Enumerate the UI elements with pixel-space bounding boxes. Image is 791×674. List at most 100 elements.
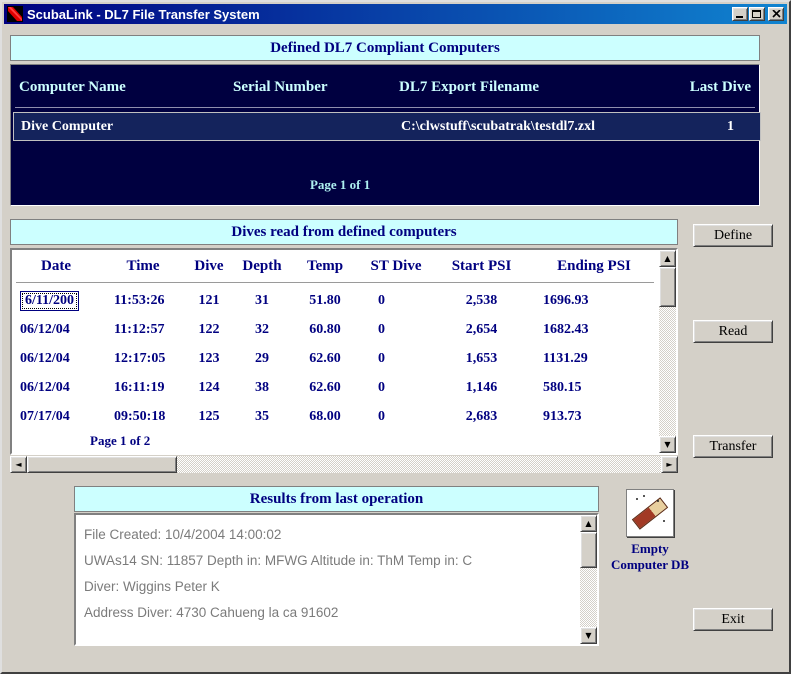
start-psi-cell: 1,653 bbox=[465, 350, 498, 366]
date-edit-field[interactable]: 6/11/200 bbox=[20, 290, 80, 311]
arrow-right-icon: ► bbox=[666, 460, 673, 469]
header-divider bbox=[16, 282, 654, 283]
table-row[interactable]: 6/11/200 11:53:26 121 31 51.80 0 2,538 1… bbox=[12, 286, 659, 315]
close-icon bbox=[772, 10, 781, 18]
title-bar: ScubaLink - DL7 File Transfer System bbox=[4, 4, 787, 24]
computers-page-indicator: Page 1 of 1 bbox=[309, 177, 371, 192]
dives-vertical-scrollbar[interactable]: ▲ ▼ bbox=[659, 250, 676, 453]
temp-cell: 51.80 bbox=[309, 292, 341, 308]
results-line: Address Diver: 4730 Cahueng la ca 91602 bbox=[84, 605, 339, 620]
exit-button[interactable]: Exit bbox=[693, 608, 773, 631]
dive-cell: 123 bbox=[198, 350, 220, 366]
column-depth: Depth bbox=[242, 258, 282, 274]
computers-section-header: Defined DL7 Compliant Computers bbox=[10, 35, 760, 61]
scrollbar-thumb[interactable] bbox=[27, 456, 177, 473]
minimize-icon bbox=[736, 16, 743, 18]
time-cell: 09:50:18 bbox=[114, 408, 166, 424]
depth-cell: 31 bbox=[255, 292, 269, 308]
results-panel: File Created: 10/4/2004 14:00:02 UWAs14 … bbox=[74, 513, 599, 646]
st-dive-cell: 0 bbox=[378, 321, 385, 337]
transfer-button[interactable]: Transfer bbox=[693, 435, 773, 458]
dive-cell: 125 bbox=[198, 408, 220, 424]
close-button[interactable] bbox=[768, 7, 784, 21]
read-button[interactable]: Read bbox=[693, 320, 773, 343]
speck-dot bbox=[636, 498, 638, 500]
export-filename-cell: C:\clwstuff\scubatrak\testdl7.zxl bbox=[401, 118, 596, 134]
date-cell: 06/12/04 bbox=[20, 350, 70, 366]
computers-column-headers: Computer Name Serial Number DL7 Export F… bbox=[11, 79, 759, 96]
arrow-down-icon: ▼ bbox=[585, 631, 592, 640]
temp-cell: 62.60 bbox=[309, 379, 341, 395]
table-row[interactable]: 06/12/04 16:11:19 124 38 62.60 0 1,146 5… bbox=[12, 373, 659, 402]
empty-label-line1: Empty bbox=[631, 541, 669, 556]
date-cell[interactable]: 6/11/200 bbox=[12, 290, 100, 311]
table-row[interactable]: 07/17/04 09:50:18 125 35 68.00 0 2,683 9… bbox=[12, 402, 659, 431]
st-dive-cell: 0 bbox=[378, 292, 385, 308]
scroll-left-button[interactable]: ◄ bbox=[10, 456, 27, 473]
time-cell: 11:12:57 bbox=[114, 321, 165, 337]
depth-cell: 29 bbox=[255, 350, 269, 366]
time-cell: 12:17:05 bbox=[114, 350, 166, 366]
scroll-down-button[interactable]: ▼ bbox=[580, 627, 597, 644]
column-export-filename: DL7 Export Filename bbox=[399, 79, 539, 95]
temp-cell: 60.80 bbox=[309, 321, 341, 337]
dives-rows: 6/11/200 11:53:26 121 31 51.80 0 2,538 1… bbox=[12, 286, 659, 431]
depth-cell: 38 bbox=[255, 379, 269, 395]
column-time: Time bbox=[126, 258, 160, 274]
computer-row-selected[interactable]: Dive Computer C:\clwstuff\scubatrak\test… bbox=[13, 112, 761, 141]
speck-dot bbox=[657, 500, 659, 502]
arrow-up-icon: ▲ bbox=[664, 254, 671, 263]
scroll-up-button[interactable]: ▲ bbox=[580, 515, 597, 532]
minimize-button[interactable] bbox=[732, 7, 748, 21]
depth-cell: 32 bbox=[255, 321, 269, 337]
empty-label-line2: Computer DB bbox=[610, 557, 690, 572]
scroll-right-button[interactable]: ► bbox=[661, 456, 678, 473]
window-title: ScubaLink - DL7 File Transfer System bbox=[27, 6, 260, 22]
dives-section-title: Dives read from defined computers bbox=[231, 223, 457, 240]
temp-cell: 68.00 bbox=[309, 408, 341, 424]
header-divider bbox=[15, 107, 755, 108]
eraser-icon bbox=[631, 497, 669, 530]
ending-psi-cell: 1131.29 bbox=[543, 350, 588, 366]
ending-psi-cell: 580.15 bbox=[543, 379, 582, 395]
st-dive-cell: 0 bbox=[378, 379, 385, 395]
empty-computer-db-label[interactable]: Empty Computer DB bbox=[600, 541, 700, 573]
dives-horizontal-scrollbar[interactable]: ◄ ► bbox=[10, 456, 678, 473]
results-line: UWAs14 SN: 11857 Depth in: MFWG Altitude… bbox=[84, 553, 473, 568]
start-psi-cell: 2,654 bbox=[465, 321, 498, 337]
column-st-dive: ST Dive bbox=[370, 258, 422, 274]
date-cell: 07/17/04 bbox=[20, 408, 70, 424]
results-section-title: Results from last operation bbox=[249, 490, 424, 507]
ending-psi-cell: 1682.43 bbox=[543, 321, 589, 337]
maximize-button[interactable] bbox=[749, 7, 765, 21]
date-cell: 06/12/04 bbox=[20, 379, 70, 395]
define-button[interactable]: Define bbox=[693, 224, 773, 247]
empty-computer-db-button[interactable] bbox=[626, 489, 674, 537]
maximize-icon bbox=[752, 10, 761, 18]
scroll-up-button[interactable]: ▲ bbox=[659, 250, 676, 267]
results-line: File Created: 10/4/2004 14:00:02 bbox=[84, 527, 282, 542]
column-last-dive: Last Dive bbox=[689, 79, 751, 95]
dive-cell: 121 bbox=[198, 292, 220, 308]
scrollbar-thumb[interactable] bbox=[659, 267, 676, 307]
column-dive: Dive bbox=[194, 258, 224, 274]
dive-cell: 122 bbox=[198, 321, 220, 337]
dive-cell: 124 bbox=[198, 379, 220, 395]
dives-table: Date Time Dive Depth Temp ST Dive Start … bbox=[10, 248, 678, 455]
computers-panel: Computer Name Serial Number DL7 Export F… bbox=[10, 64, 761, 206]
speck-dot bbox=[643, 495, 645, 497]
computers-section-title: Defined DL7 Compliant Computers bbox=[270, 39, 500, 56]
last-dive-cell: 1 bbox=[727, 118, 734, 134]
scrollbar-thumb[interactable] bbox=[580, 532, 597, 568]
results-vertical-scrollbar[interactable]: ▲ ▼ bbox=[580, 515, 597, 644]
results-text: File Created: 10/4/2004 14:00:02 UWAs14 … bbox=[76, 515, 580, 644]
results-line: Diver: Wiggins Peter K bbox=[84, 579, 220, 594]
scroll-down-button[interactable]: ▼ bbox=[659, 436, 676, 453]
dives-table-body: Date Time Dive Depth Temp ST Dive Start … bbox=[12, 250, 659, 453]
table-row[interactable]: 06/12/04 11:12:57 122 32 60.80 0 2,654 1… bbox=[12, 315, 659, 344]
column-serial-number: Serial Number bbox=[233, 79, 328, 95]
arrow-left-icon: ◄ bbox=[15, 460, 22, 469]
table-row[interactable]: 06/12/04 12:17:05 123 29 62.60 0 1,653 1… bbox=[12, 344, 659, 373]
temp-cell: 62.60 bbox=[309, 350, 341, 366]
column-computer-name: Computer Name bbox=[19, 79, 126, 95]
